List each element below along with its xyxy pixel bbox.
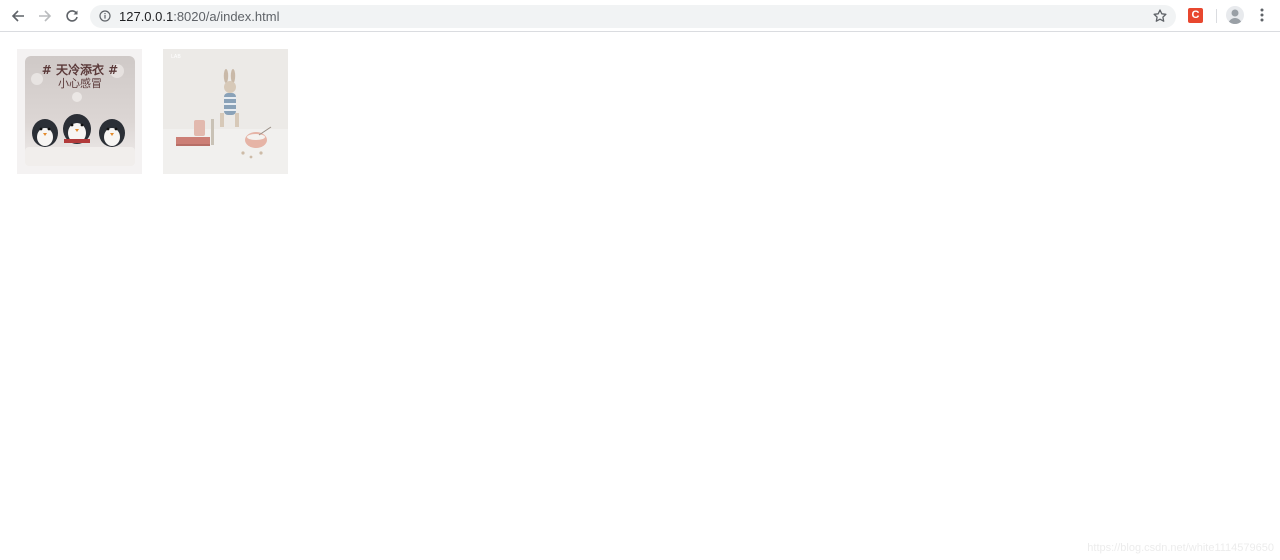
- address-bar[interactable]: 127.0.0.1:8020/a/index.html: [90, 5, 1176, 28]
- person-icon: [1228, 9, 1242, 24]
- reload-button[interactable]: [61, 5, 83, 27]
- forward-button[interactable]: [34, 5, 56, 27]
- browser-toolbar: 127.0.0.1:8020/a/index.html C: [0, 0, 1280, 32]
- info-icon[interactable]: [99, 10, 111, 22]
- watermark-text: https://blog.csdn.net/white1114579650: [1087, 542, 1274, 554]
- arrow-left-icon: [11, 10, 24, 22]
- url-path: :8020/a/index.html: [173, 9, 280, 24]
- profile-avatar[interactable]: [1226, 6, 1244, 24]
- reload-icon: [66, 10, 78, 22]
- caption-line1: # 天冷添衣 #: [42, 62, 118, 77]
- extension-icon[interactable]: C: [1188, 8, 1203, 23]
- rabbit-picture: LAB: [163, 49, 288, 174]
- snowmen-picture: # 天冷添衣 # 小心感冒: [25, 56, 135, 166]
- image-snowmen: # 天冷添衣 # 小心感冒: [17, 49, 142, 174]
- caption-line2: 小心感冒: [58, 77, 102, 90]
- star-icon[interactable]: [1152, 8, 1168, 24]
- url-host: 127.0.0.1: [119, 9, 174, 24]
- address-url[interactable]: 127.0.0.1:8020/a/index.html: [119, 8, 279, 25]
- image-label: LAB: [171, 54, 181, 60]
- more-vert-icon[interactable]: [1256, 7, 1268, 23]
- arrow-right-icon: [39, 10, 52, 22]
- back-button[interactable]: [7, 5, 29, 27]
- toolbar-divider: [1216, 9, 1217, 23]
- image-rabbit: LAB: [163, 49, 288, 174]
